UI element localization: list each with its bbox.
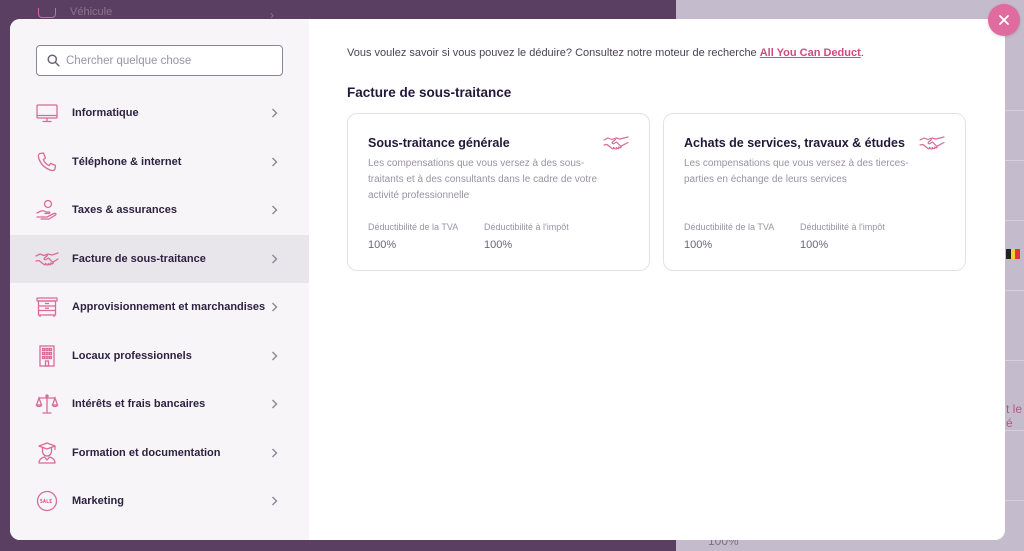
graduate-icon — [35, 441, 59, 465]
sale-badge-icon — [35, 489, 59, 513]
chevron-right-icon — [269, 157, 279, 167]
all-you-can-deduct-link[interactable]: All You Can Deduct — [760, 47, 861, 59]
search-container — [36, 45, 283, 76]
vat-label: Déductibilité de la TVA — [684, 222, 775, 232]
category-nav: Informatique Téléphone & internet Taxes … — [10, 89, 309, 526]
hand-coins-icon — [35, 198, 59, 222]
category-sidebar: Informatique Téléphone & internet — [10, 19, 309, 540]
sidebar-item-label: Taxes & assurances — [72, 204, 177, 217]
tax-value: 100% — [484, 239, 513, 251]
sidebar-item-facture-sous-traitance[interactable]: Facture de sous-traitance — [10, 234, 309, 283]
vat-label: Déductibilité de la TVA — [368, 222, 459, 232]
sidebar-item-label: Approvisionnement et marchandises — [72, 301, 266, 314]
intro-text-body: Vous voulez savoir si vous pouvez le déd… — [347, 47, 760, 59]
section-title: Facture de sous-traitance — [347, 85, 512, 100]
sidebar-item-interets-frais-bancaires[interactable]: Intérêts et frais bancaires — [10, 380, 309, 429]
card-stats: Déductibilité de la TVA 100% Déductibili… — [368, 222, 600, 251]
building-icon — [35, 344, 59, 368]
close-icon — [999, 15, 1009, 25]
search-box[interactable] — [36, 45, 283, 76]
close-modal-button[interactable] — [988, 4, 1020, 36]
computer-monitor-icon — [35, 101, 59, 125]
card-achats-services[interactable]: Achats de services, travaux & études Les… — [663, 113, 966, 271]
sidebar-item-locaux-professionnels[interactable]: Locaux professionnels — [10, 332, 309, 381]
vat-stat: Déductibilité de la TVA 100% — [684, 222, 800, 251]
cabinet-icon — [35, 295, 59, 319]
card-stats: Déductibilité de la TVA 100% Déductibili… — [684, 222, 916, 251]
background-top-item: Véhicule — [70, 6, 113, 18]
sidebar-item-telephone-internet[interactable]: Téléphone & internet — [10, 138, 309, 187]
sidebar-item-label: Locaux professionnels — [72, 349, 192, 362]
sidebar-item-label: Téléphone & internet — [72, 155, 182, 168]
sidebar-item-informatique[interactable]: Informatique — [10, 89, 309, 138]
chevron-right-icon — [269, 108, 279, 118]
sidebar-item-label: Marketing — [72, 495, 124, 508]
vat-value: 100% — [368, 239, 397, 251]
sidebar-item-marketing[interactable]: Marketing — [10, 477, 309, 526]
chevron-right-icon — [269, 448, 279, 458]
handshake-icon — [603, 134, 629, 154]
sidebar-item-approvisionnement[interactable]: Approvisionnement et marchandises — [10, 283, 309, 332]
card-description: Les compensations que vous versez à des … — [368, 158, 598, 201]
sidebar-item-label: Facture de sous-traitance — [72, 252, 206, 265]
vat-value: 100% — [684, 239, 713, 251]
tax-label: Déductibilité à l'impôt — [800, 222, 885, 232]
category-modal: Informatique Téléphone & internet — [10, 19, 1005, 540]
tax-stat: Déductibilité à l'impôt 100% — [800, 222, 916, 251]
card-title: Achats de services, travaux & études — [684, 136, 905, 150]
chevron-right-icon — [269, 496, 279, 506]
search-icon — [47, 54, 60, 67]
handshake-icon — [919, 134, 945, 154]
tax-label: Déductibilité à l'impôt — [484, 222, 569, 232]
sidebar-item-label: Intérêts et frais bancaires — [72, 398, 206, 411]
search-input[interactable] — [66, 54, 276, 67]
handshake-icon — [35, 247, 59, 271]
card-title: Sous-traitance générale — [368, 136, 510, 150]
scales-icon — [35, 392, 59, 416]
chevron-right-icon — [269, 205, 279, 215]
chevron-right-icon — [269, 254, 279, 264]
tax-value: 100% — [800, 239, 829, 251]
flag-icon — [1006, 249, 1021, 259]
sidebar-item-taxes-assurances[interactable]: Taxes & assurances — [10, 186, 309, 235]
main-content: Vous voulez savoir si vous pouvez le déd… — [309, 19, 1005, 540]
card-sous-traitance-generale[interactable]: Sous-traitance générale Les compensation… — [347, 113, 650, 271]
vat-stat: Déductibilité de la TVA 100% — [368, 222, 484, 251]
phone-icon — [35, 150, 59, 174]
sidebar-item-label: Informatique — [72, 107, 139, 120]
tax-stat: Déductibilité à l'impôt 100% — [484, 222, 600, 251]
background-text-fragment: t le é — [1006, 402, 1023, 430]
chevron-right-icon — [269, 399, 279, 409]
background-vehicle-icon — [38, 8, 56, 18]
intro-text: Vous voulez savoir si vous pouvez le déd… — [347, 47, 864, 59]
chevron-right-icon — [269, 351, 279, 361]
card-description: Les compensations que vous versez à des … — [684, 158, 909, 185]
intro-text-end: . — [860, 47, 864, 59]
chevron-right-icon — [269, 302, 279, 312]
sidebar-item-formation-documentation[interactable]: Formation et documentation — [10, 429, 309, 478]
sidebar-item-label: Formation et documentation — [72, 446, 221, 459]
